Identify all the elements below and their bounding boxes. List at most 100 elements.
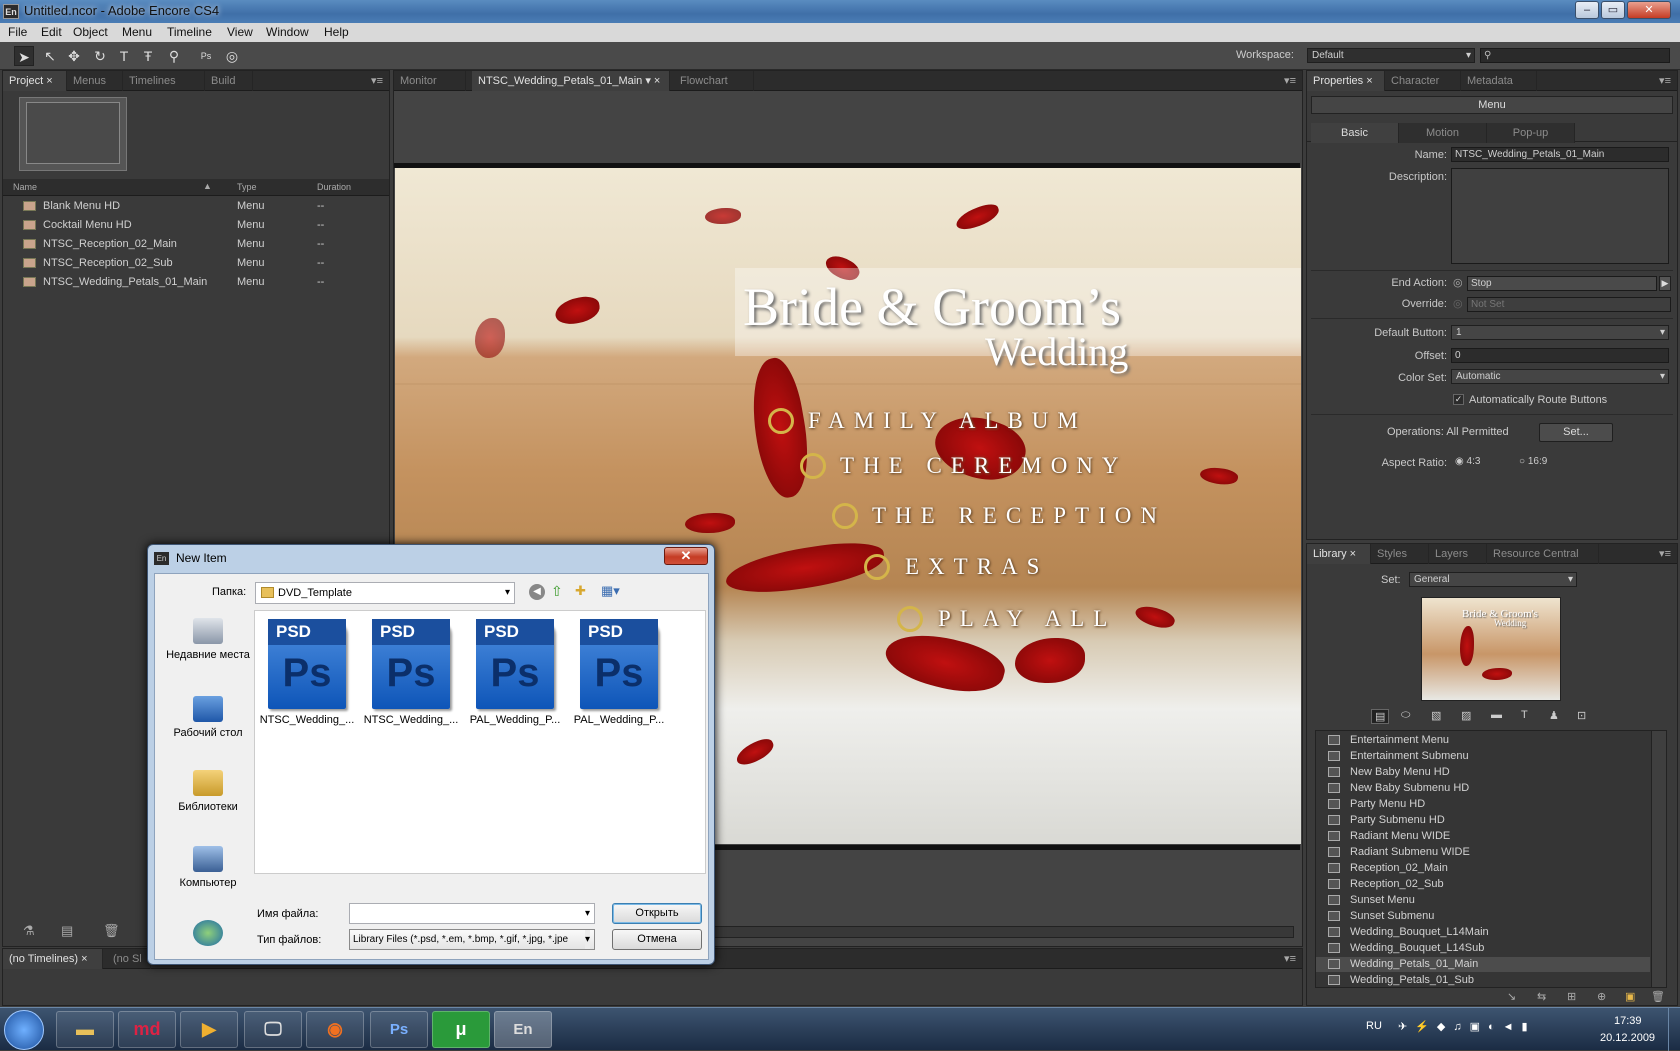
tray-icons[interactable]: ✈⚡◆♫▣◐◄▮ [1398, 1020, 1536, 1033]
column-type[interactable]: Type [237, 182, 257, 192]
tab-no-timelines[interactable]: (no Timelines) × [3, 949, 103, 969]
place-desktop[interactable]: Рабочий стол [163, 696, 253, 740]
library-item[interactable]: New Baby Submenu HD [1328, 781, 1648, 796]
end-action-field[interactable]: Stop [1467, 276, 1657, 291]
file-item[interactable]: PSD Ps NTSC_Wedding_... [363, 619, 459, 726]
clock-time[interactable]: 17:39 [1614, 1015, 1642, 1027]
new-item-icon[interactable]: ⊕ [1597, 990, 1606, 1003]
vertical-text-tool-icon[interactable]: Ŧ [138, 46, 158, 66]
tab-build[interactable]: Build [205, 71, 253, 91]
project-row[interactable]: Blank Menu HD Menu -- [3, 197, 389, 216]
menu-file[interactable]: File [8, 25, 27, 39]
panel-menu-icon[interactable]: ▾≡ [1284, 74, 1296, 87]
place-recent[interactable]: Недавние места [163, 618, 253, 662]
tab-menus[interactable]: Menus [67, 71, 123, 91]
filename-input[interactable]: ▾ [349, 903, 595, 924]
new-set-icon[interactable]: ⊞ [1567, 990, 1576, 1003]
workspace-dropdown[interactable]: Default [1307, 48, 1475, 63]
project-row[interactable]: Cocktail Menu HD Menu -- [3, 216, 389, 235]
dialog-close-button[interactable]: ✕ [664, 547, 708, 565]
name-field[interactable]: NTSC_Wedding_Petals_01_Main [1451, 147, 1669, 162]
language-indicator[interactable]: RU [1366, 1020, 1382, 1032]
file-item[interactable]: PSD Ps NTSC_Wedding_... [259, 619, 355, 726]
tab-properties[interactable]: Properties × [1307, 71, 1385, 91]
library-item[interactable]: Radiant Submenu WIDE [1328, 845, 1648, 860]
open-button[interactable]: Открыть [612, 903, 702, 924]
place-libraries[interactable]: Библиотеки [163, 770, 253, 814]
close-button[interactable]: ✕ [1627, 1, 1671, 19]
new-item-icon[interactable]: ▤ [61, 923, 73, 939]
maximize-button[interactable]: ▭ [1601, 1, 1625, 19]
preview-icon[interactable]: ◎ [222, 46, 242, 66]
shapes-filter-icon[interactable]: ♟ [1549, 709, 1559, 722]
menu-window[interactable]: Window [266, 25, 309, 39]
taskbar-firefox[interactable]: ◉ [306, 1011, 364, 1048]
pickwhip-icon[interactable]: ◎ [1453, 276, 1463, 289]
menu-button-family-album[interactable]: FAMILY ALBUM [808, 408, 1087, 434]
column-name[interactable]: Name [13, 182, 37, 192]
menu-button-extras[interactable]: EXTRAS [905, 554, 1048, 580]
taskbar-photoshop[interactable]: Ps [370, 1011, 428, 1048]
menu-view[interactable]: View [227, 25, 253, 39]
description-field[interactable] [1451, 168, 1669, 264]
library-item[interactable]: Radiant Menu WIDE [1328, 829, 1648, 844]
text-filter-icon[interactable]: T [1521, 709, 1528, 721]
show-desktop-button[interactable] [1668, 1008, 1680, 1051]
images-filter-icon[interactable]: ▧ [1431, 709, 1441, 722]
tab-character[interactable]: Character [1385, 71, 1461, 91]
monitor-scrollbar[interactable] [694, 926, 1294, 938]
taskbar-utorrent[interactable]: μ [432, 1011, 490, 1048]
library-item[interactable]: New Baby Menu HD [1328, 765, 1648, 780]
panel-menu-icon[interactable]: ▾≡ [1659, 547, 1671, 560]
library-scrollbar[interactable] [1651, 731, 1666, 987]
filter-icon[interactable]: ⚗ [23, 923, 35, 939]
set-button[interactable]: Set... [1539, 423, 1613, 442]
library-item[interactable]: Sunset Menu [1328, 893, 1648, 908]
column-duration[interactable]: Duration [317, 182, 351, 192]
folder-filter-icon[interactable]: ▬ [1491, 709, 1502, 721]
tab-resource-central[interactable]: Resource Central [1487, 544, 1599, 564]
tab-no-slideshows[interactable]: (no Sl [107, 949, 151, 969]
place-network[interactable] [163, 920, 253, 950]
project-row[interactable]: NTSC_Wedding_Petals_01_Main Menu -- [3, 273, 389, 292]
library-item[interactable]: Sunset Submenu [1328, 909, 1648, 924]
filetype-dropdown[interactable]: Library Files (*.psd, *.em, *.bmp, *.gif… [349, 929, 595, 950]
library-item[interactable]: Wedding_Bouquet_L14Sub [1328, 941, 1648, 956]
taskbar-remote-desktop[interactable]: 🖵 [244, 1011, 302, 1048]
menu-button-ceremony[interactable]: THE CEREMONY [840, 453, 1128, 479]
library-item[interactable]: Entertainment Menu [1328, 733, 1648, 748]
menu-button-play-all[interactable]: PLAY ALL [938, 606, 1116, 632]
subtab-motion[interactable]: Motion [1399, 123, 1487, 143]
view-menu-icon[interactable]: ▦▾ [601, 583, 620, 599]
tab-metadata[interactable]: Metadata [1461, 71, 1537, 91]
place-computer[interactable]: Компьютер [163, 846, 253, 890]
tab-monitor[interactable]: Monitor [394, 71, 466, 91]
new-folder-icon[interactable]: ✚ [575, 583, 586, 599]
library-item[interactable]: Wedding_Bouquet_L14Main [1328, 925, 1648, 940]
panel-menu-icon[interactable]: ▾≡ [371, 74, 383, 87]
tab-timelines[interactable]: Timelines [123, 71, 205, 91]
library-set-dropdown[interactable]: General [1409, 572, 1577, 587]
play-arrow-icon[interactable]: ▶ [1659, 276, 1671, 291]
taskbar-media-player[interactable]: ▶ [180, 1011, 238, 1048]
library-item[interactable]: Reception_02_Main [1328, 861, 1648, 876]
back-icon[interactable]: ◀ [529, 584, 545, 600]
trash-icon[interactable]: 🗑 [103, 923, 120, 939]
panel-menu-icon[interactable]: ▾≡ [1284, 952, 1296, 965]
tab-layers[interactable]: Layers [1429, 544, 1487, 564]
menu-timeline[interactable]: Timeline [167, 25, 212, 39]
replace-icon[interactable]: ⇆ [1537, 990, 1546, 1003]
menu-menu[interactable]: Menu [122, 25, 152, 39]
cancel-button[interactable]: Отмена [612, 929, 702, 950]
minimize-button[interactable]: – [1575, 1, 1599, 19]
library-item[interactable]: Reception_02_Sub [1328, 877, 1648, 892]
zoom-tool-icon[interactable]: ⚲ [164, 46, 184, 66]
auto-route-checkbox[interactable]: ✓ [1453, 394, 1464, 405]
selection-tool-icon[interactable]: ➤ [14, 46, 34, 66]
menu-button-reception[interactable]: THE RECEPTION [872, 503, 1166, 529]
file-item[interactable]: PSD Ps PAL_Wedding_P... [467, 619, 563, 726]
subtab-basic[interactable]: Basic [1311, 123, 1399, 143]
taskbar-app-md[interactable]: md [118, 1011, 176, 1048]
trash-icon[interactable]: 🗑 [1651, 990, 1665, 1003]
menu-edit[interactable]: Edit [41, 25, 62, 39]
